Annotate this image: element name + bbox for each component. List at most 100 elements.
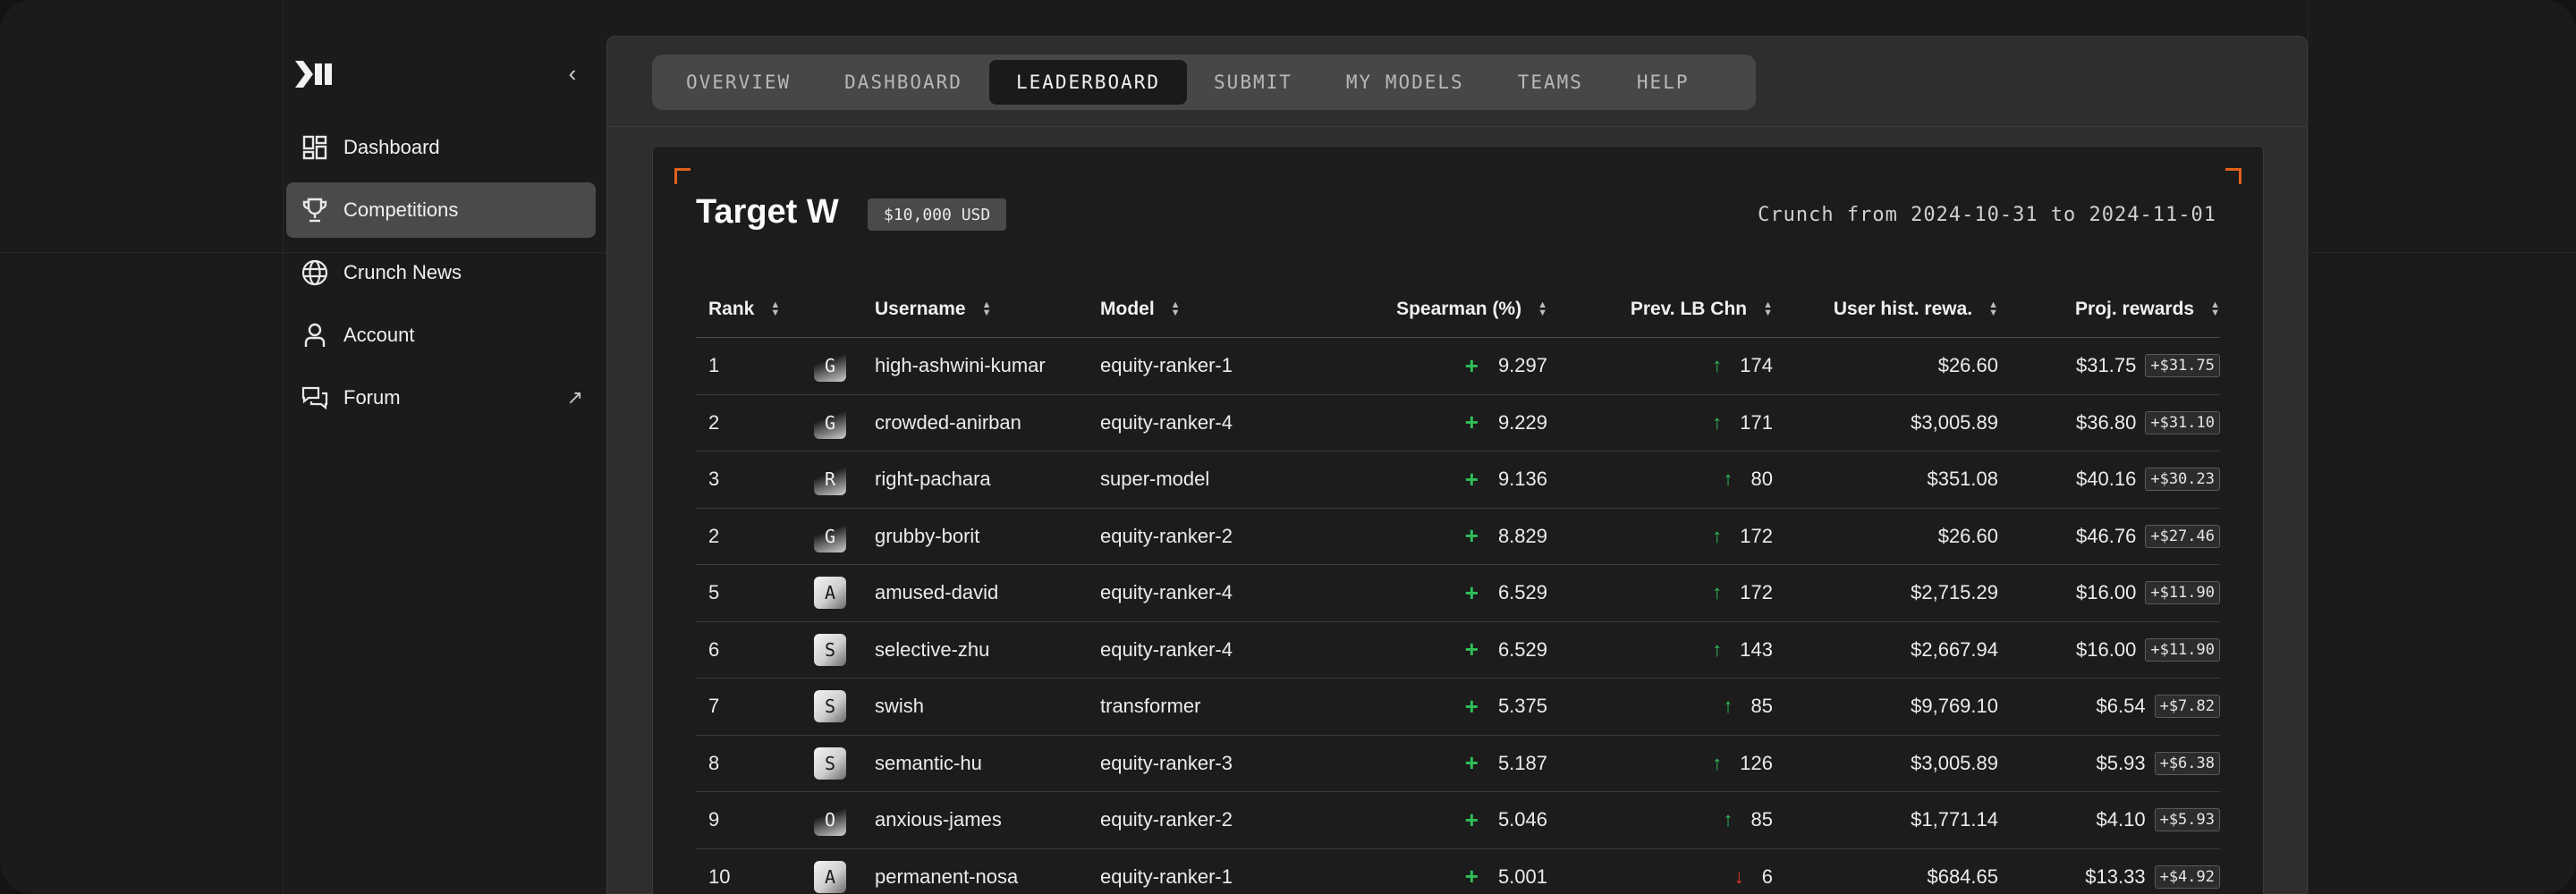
rank-cell: 3 bbox=[708, 468, 720, 491]
reward-delta-badge: +$11.90 bbox=[2145, 581, 2220, 605]
table-row[interactable]: 3 Rright-pachara super-model +9.136 ↑ 80 $351.… bbox=[696, 451, 2220, 509]
username-cell[interactable]: anxious-james bbox=[862, 808, 1088, 831]
arrow-up-icon: ↑ bbox=[1712, 751, 1723, 774]
avatar: G bbox=[814, 350, 846, 383]
sidebar-item-account[interactable]: Account bbox=[286, 308, 596, 363]
proj-rewards-cell: $16.00 bbox=[2076, 637, 2137, 661]
table-row[interactable]: 10 Apermanent-nosa equity-ranker-1 +5.001 ↓ 6… bbox=[696, 849, 2220, 894]
column-header-proj-rewards[interactable]: Proj. rewards ▲ ▼ bbox=[1998, 299, 2220, 320]
arrow-down-icon: ↓ bbox=[1733, 864, 1744, 888]
username-cell[interactable]: amused-david bbox=[862, 581, 1088, 604]
tab-dashboard[interactable]: DASHBOARD bbox=[818, 60, 989, 105]
column-header-username[interactable]: Username ▲ ▼ bbox=[862, 299, 1088, 320]
hist-rewards-cell: $3,005.89 bbox=[1911, 410, 1998, 434]
crunch-date-range: Crunch from 2024-10-31 to 2024-11-01 bbox=[1758, 204, 2216, 226]
spearman-cell: 5.187 bbox=[1497, 751, 1547, 774]
leaderboard-table: Rank ▲ ▼ Username ▲ ▼ Model ▲ ▼ Spearman (%) ▲ ▼… bbox=[696, 281, 2220, 894]
sidebar-item-forum[interactable]: Forum ↗ bbox=[286, 370, 596, 426]
spearman-cell: 6.529 bbox=[1497, 637, 1547, 661]
brand-logo[interactable] bbox=[295, 61, 336, 88]
username-cell[interactable]: permanent-nosa bbox=[862, 865, 1088, 889]
tab-submit[interactable]: SUBMIT bbox=[1187, 60, 1319, 105]
model-cell: equity-ranker-4 bbox=[1100, 637, 1233, 661]
username-cell[interactable]: swish bbox=[862, 695, 1088, 718]
username-cell[interactable]: high-ashwini-kumar bbox=[862, 354, 1088, 377]
spearman-cell: 9.136 bbox=[1497, 468, 1547, 491]
column-header-hist-rewards[interactable]: User hist. rewa. ▲ ▼ bbox=[1773, 299, 1998, 320]
reward-delta-badge: +$27.46 bbox=[2145, 524, 2220, 548]
rank-cell: 9 bbox=[708, 808, 720, 831]
model-cell: equity-ranker-2 bbox=[1100, 808, 1233, 831]
header-label: Model bbox=[1100, 298, 1155, 319]
arrow-up-icon: ↑ bbox=[1712, 524, 1723, 547]
sidebar-item-label: Dashboard bbox=[343, 136, 440, 158]
sidebar-item-dashboard[interactable]: Dashboard bbox=[286, 120, 596, 175]
prev-lb-cell: 80 bbox=[1750, 468, 1773, 491]
username-cell[interactable]: crowded-anirban bbox=[862, 411, 1088, 434]
username-cell[interactable]: selective-zhu bbox=[862, 638, 1088, 662]
sidebar-item-label: Crunch News bbox=[343, 261, 462, 283]
column-header-model[interactable]: Model ▲ ▼ bbox=[1088, 299, 1315, 320]
plus-icon: + bbox=[1464, 749, 1479, 777]
username-cell[interactable]: right-pachara bbox=[862, 468, 1088, 491]
tab-leaderboard[interactable]: LEADERBOARD bbox=[988, 60, 1188, 105]
arrow-up-icon: ↑ bbox=[1723, 695, 1733, 718]
hist-rewards-cell: $2,667.94 bbox=[1911, 637, 1998, 661]
hist-rewards-cell: $9,769.10 bbox=[1911, 695, 1998, 718]
reward-delta-badge: +$6.38 bbox=[2154, 751, 2220, 775]
username-cell[interactable]: semantic-hu bbox=[862, 752, 1088, 775]
avatar: S bbox=[814, 746, 846, 780]
model-cell: equity-ranker-2 bbox=[1100, 524, 1233, 547]
reward-delta-badge: +$4.92 bbox=[2154, 864, 2220, 889]
sidebar-item-competitions[interactable]: Competitions bbox=[286, 182, 596, 238]
sort-icon: ▲ ▼ bbox=[1763, 299, 1773, 318]
background-grid-line bbox=[2308, 0, 2309, 894]
sidebar-item-label: Account bbox=[343, 324, 415, 346]
table-row[interactable]: 6 Sselective-zhu equity-ranker-4 +6.529 ↑ 143… bbox=[696, 622, 2220, 679]
sort-icon: ▲ ▼ bbox=[770, 299, 781, 318]
hist-rewards-cell: $3,005.89 bbox=[1911, 751, 1998, 774]
leaderboard-card: Target W $10,000 USD Crunch from 2024-10… bbox=[652, 146, 2264, 894]
rank-cell: 1 bbox=[708, 354, 720, 377]
table-row[interactable]: 5 Aamused-david equity-ranker-4 +6.529 ↑ 172 $… bbox=[696, 565, 2220, 622]
table-row[interactable]: 2 Gcrowded-anirban equity-ranker-4 +9.229 ↑ 1… bbox=[696, 395, 2220, 451]
model-cell: equity-ranker-4 bbox=[1100, 410, 1233, 434]
spearman-cell: 9.229 bbox=[1497, 410, 1547, 434]
proj-rewards-cell: $16.00 bbox=[2076, 581, 2137, 604]
proj-rewards-cell: $40.16 bbox=[2076, 468, 2137, 491]
tab-teams[interactable]: TEAMS bbox=[1491, 60, 1610, 105]
table-row[interactable]: 9 Oanxious-james equity-ranker-2 +5.046 ↑ 85 $… bbox=[696, 792, 2220, 849]
username-cell[interactable]: grubby-borit bbox=[862, 525, 1088, 548]
column-header-rank[interactable]: Rank ▲ ▼ bbox=[696, 299, 814, 320]
table-row[interactable]: 8 Ssemantic-hu equity-ranker-3 +5.187 ↑ 126 $3… bbox=[696, 736, 2220, 792]
plus-icon: + bbox=[1464, 863, 1479, 890]
table-row[interactable]: 7 Sswish transformer +5.375 ↑ 85 $9,769.10 $6.5… bbox=[696, 679, 2220, 736]
hist-rewards-cell: $1,771.14 bbox=[1911, 808, 1998, 831]
sidebar-item-label: Forum bbox=[343, 386, 401, 409]
arrow-up-icon: ↑ bbox=[1712, 581, 1723, 604]
sidebar-item-crunch-news[interactable]: Crunch News bbox=[286, 245, 596, 300]
proj-rewards-cell: $13.33 bbox=[2085, 864, 2146, 888]
reward-delta-badge: +$7.82 bbox=[2154, 695, 2220, 719]
header-label: Spearman (%) bbox=[1396, 298, 1522, 319]
arrow-up-icon: ↑ bbox=[1712, 637, 1723, 661]
collapse-sidebar-icon[interactable]: ‹ bbox=[562, 62, 583, 85]
hist-rewards-cell: $26.60 bbox=[1937, 524, 1998, 547]
column-header-prev-lb[interactable]: Prev. LB Chn ▲ ▼ bbox=[1547, 299, 1773, 320]
tab-my-models[interactable]: MY MODELS bbox=[1319, 60, 1491, 105]
external-link-icon: ↗ bbox=[566, 386, 583, 409]
avatar: S bbox=[814, 690, 846, 723]
arrow-up-icon: ↑ bbox=[1723, 468, 1733, 491]
model-cell: super-model bbox=[1100, 468, 1210, 491]
prev-lb-cell: 143 bbox=[1740, 637, 1773, 661]
table-row[interactable]: 2 Ggrubby-borit equity-ranker-2 +8.829 ↑ 172 $… bbox=[696, 509, 2220, 565]
plus-icon: + bbox=[1464, 351, 1479, 379]
rank-cell: 5 bbox=[708, 581, 720, 604]
column-header-spearman[interactable]: Spearman (%) ▲ ▼ bbox=[1315, 299, 1547, 320]
table-row[interactable]: 1 Ghigh-ashwini-kumar equity-ranker-1 +9.29… bbox=[696, 338, 2220, 395]
tab-help[interactable]: HELP bbox=[1610, 60, 1716, 105]
user-icon bbox=[299, 319, 331, 351]
model-cell: equity-ranker-4 bbox=[1100, 581, 1233, 604]
tab-overview[interactable]: OVERVIEW bbox=[659, 60, 818, 105]
avatar: O bbox=[814, 804, 846, 837]
